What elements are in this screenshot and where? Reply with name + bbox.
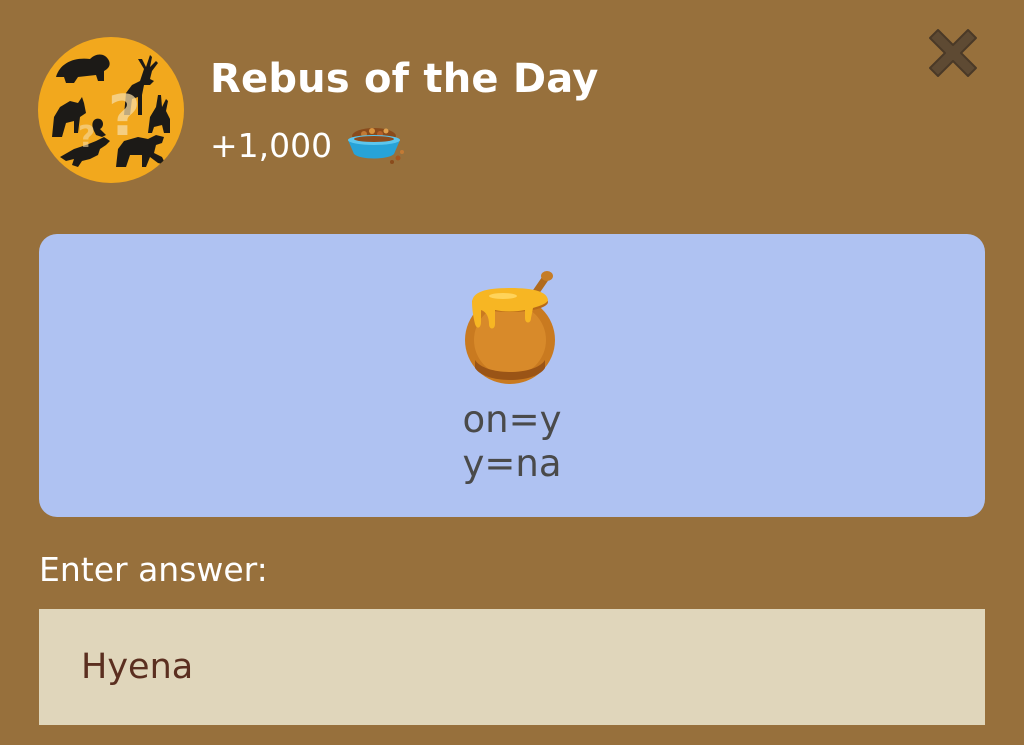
close-icon — [929, 29, 977, 77]
svg-text:?: ? — [78, 120, 95, 155]
answer-label: Enter answer: — [39, 550, 268, 589]
animal-silhouettes-question-icon: ? ? — [38, 37, 184, 183]
clue-line-2: y=na — [462, 442, 562, 485]
close-button[interactable] — [918, 22, 988, 92]
page-title: Rebus of the Day — [210, 56, 599, 102]
rebus-clue: on=y y=na — [39, 398, 985, 486]
answer-input[interactable] — [39, 609, 985, 725]
reward-amount: +1,000 — [210, 125, 333, 165]
pet-food-bowl-icon — [344, 122, 408, 168]
svg-text:?: ? — [108, 84, 140, 149]
clue-line-1: on=y — [462, 398, 562, 441]
honey-pot-icon — [455, 268, 565, 390]
reward-row: +1,000 — [210, 122, 408, 168]
